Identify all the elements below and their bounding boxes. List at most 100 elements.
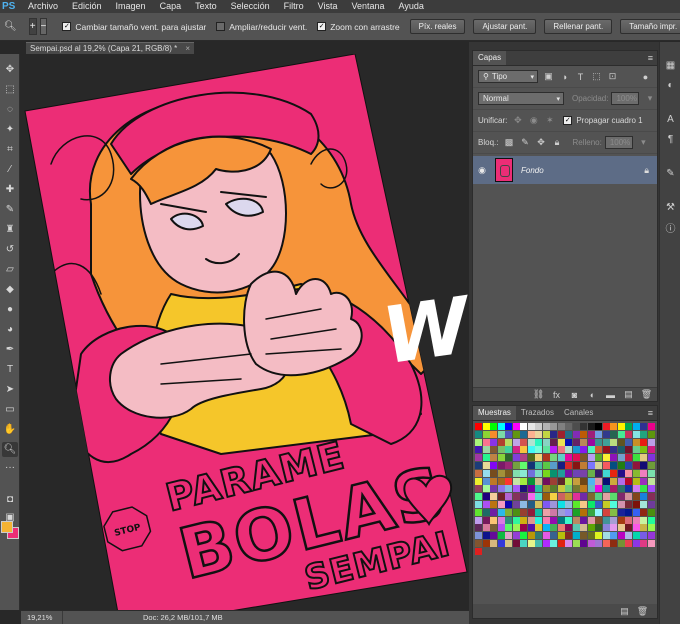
swatch[interactable] xyxy=(587,524,595,532)
swatch[interactable] xyxy=(617,469,625,477)
swatch[interactable] xyxy=(497,462,505,469)
swatch[interactable] xyxy=(647,446,655,454)
swatch[interactable] xyxy=(550,524,557,532)
swatch[interactable] xyxy=(595,501,602,508)
zoom-in-icon[interactable]: + xyxy=(28,18,37,35)
swatch[interactable] xyxy=(557,469,565,477)
swatch[interactable] xyxy=(595,485,602,493)
swatch[interactable] xyxy=(572,532,580,540)
scrubby-zoom-checkbox[interactable]: ✓ Zoom con arrastre xyxy=(317,22,400,32)
swatch[interactable] xyxy=(625,430,632,438)
swatch[interactable] xyxy=(580,532,587,540)
swatch[interactable] xyxy=(572,477,580,485)
swatch[interactable] xyxy=(482,540,490,547)
swatch[interactable] xyxy=(512,438,520,446)
swatch[interactable] xyxy=(557,430,565,438)
swatch[interactable] xyxy=(512,462,520,469)
swatch[interactable] xyxy=(550,438,557,446)
swatch[interactable] xyxy=(602,430,610,438)
swatch[interactable] xyxy=(565,540,572,547)
swatch[interactable] xyxy=(482,462,490,469)
pixel-filter-icon[interactable]: ▣ xyxy=(543,71,554,82)
lock-transparent-icon[interactable]: ▩ xyxy=(503,137,514,148)
swatch[interactable] xyxy=(497,438,505,446)
swatch[interactable] xyxy=(565,501,572,508)
swatch[interactable] xyxy=(610,524,617,532)
swatch[interactable] xyxy=(647,469,655,477)
swatch[interactable] xyxy=(572,508,580,516)
swatch[interactable] xyxy=(647,501,655,508)
swatch[interactable] xyxy=(617,438,625,446)
swatch[interactable] xyxy=(617,477,625,485)
swatch[interactable] xyxy=(542,438,550,446)
swatch[interactable] xyxy=(647,493,655,501)
swatch[interactable] xyxy=(595,540,602,547)
swatch[interactable] xyxy=(632,430,640,438)
swatch[interactable] xyxy=(557,446,565,454)
swatch[interactable] xyxy=(625,462,632,469)
swatch[interactable] xyxy=(520,501,527,508)
canvas-area[interactable]: PARAME BOLAS SEMPAI STOP WIP xyxy=(21,54,469,610)
unify-style-icon[interactable]: ✶ xyxy=(544,115,555,126)
swatch[interactable] xyxy=(640,423,647,430)
tab-paths[interactable]: Trazados xyxy=(516,406,559,420)
swatch[interactable] xyxy=(527,501,535,508)
swatch[interactable] xyxy=(610,454,617,462)
swatch[interactable] xyxy=(482,430,490,438)
swatch[interactable] xyxy=(610,485,617,493)
swatch[interactable] xyxy=(565,469,572,477)
swatch[interactable] xyxy=(632,462,640,469)
swatch[interactable] xyxy=(475,524,482,532)
swatch[interactable] xyxy=(602,493,610,501)
swatch[interactable] xyxy=(580,469,587,477)
swatch[interactable] xyxy=(497,524,505,532)
link-layers-icon[interactable]: ⛓ xyxy=(532,389,545,401)
swatch[interactable] xyxy=(602,532,610,540)
swatch[interactable] xyxy=(625,446,632,454)
smart-object-filter-icon[interactable]: ⊡ xyxy=(607,71,618,82)
swatch[interactable] xyxy=(602,462,610,469)
swatch[interactable] xyxy=(580,462,587,469)
swatch[interactable] xyxy=(512,469,520,477)
visibility-eye-icon[interactable]: ◉ xyxy=(473,165,491,176)
swatch[interactable] xyxy=(595,524,602,532)
swatch[interactable] xyxy=(512,508,520,516)
swatch[interactable] xyxy=(625,438,632,446)
swatch[interactable] xyxy=(535,485,542,493)
shape-filter-icon[interactable]: ⬚ xyxy=(591,71,602,82)
swatch[interactable] xyxy=(475,508,482,516)
swatch[interactable] xyxy=(580,423,587,430)
swatch[interactable] xyxy=(632,485,640,493)
swatch[interactable] xyxy=(625,540,632,547)
swatch[interactable] xyxy=(490,454,497,462)
swatch[interactable] xyxy=(557,438,565,446)
swatch[interactable] xyxy=(617,532,625,540)
swatch[interactable] xyxy=(520,462,527,469)
history-brush-tool-icon[interactable]: ↺ xyxy=(2,242,18,257)
swatch[interactable] xyxy=(617,462,625,469)
panel-menu-icon[interactable]: ≡ xyxy=(648,53,653,63)
swatch[interactable] xyxy=(565,438,572,446)
swatch[interactable] xyxy=(550,501,557,508)
swatch[interactable] xyxy=(475,485,482,493)
swatch[interactable] xyxy=(482,454,490,462)
swatch[interactable] xyxy=(595,508,602,516)
healing-brush-tool-icon[interactable]: ✚ xyxy=(2,182,18,197)
swatch[interactable] xyxy=(595,462,602,469)
swatch[interactable] xyxy=(580,446,587,454)
swatch[interactable] xyxy=(512,477,520,485)
swatch[interactable] xyxy=(520,430,527,438)
swatch[interactable] xyxy=(542,469,550,477)
swatch[interactable] xyxy=(640,532,647,540)
swatch[interactable] xyxy=(640,501,647,508)
swatch[interactable] xyxy=(595,454,602,462)
swatch[interactable] xyxy=(520,477,527,485)
swatch[interactable] xyxy=(505,438,512,446)
swatch[interactable] xyxy=(550,477,557,485)
swatch[interactable] xyxy=(587,501,595,508)
layer-style-icon[interactable]: fx xyxy=(550,389,563,401)
swatch[interactable] xyxy=(490,446,497,454)
swatch[interactable] xyxy=(580,501,587,508)
swatch[interactable] xyxy=(542,446,550,454)
swatch[interactable] xyxy=(542,423,550,430)
